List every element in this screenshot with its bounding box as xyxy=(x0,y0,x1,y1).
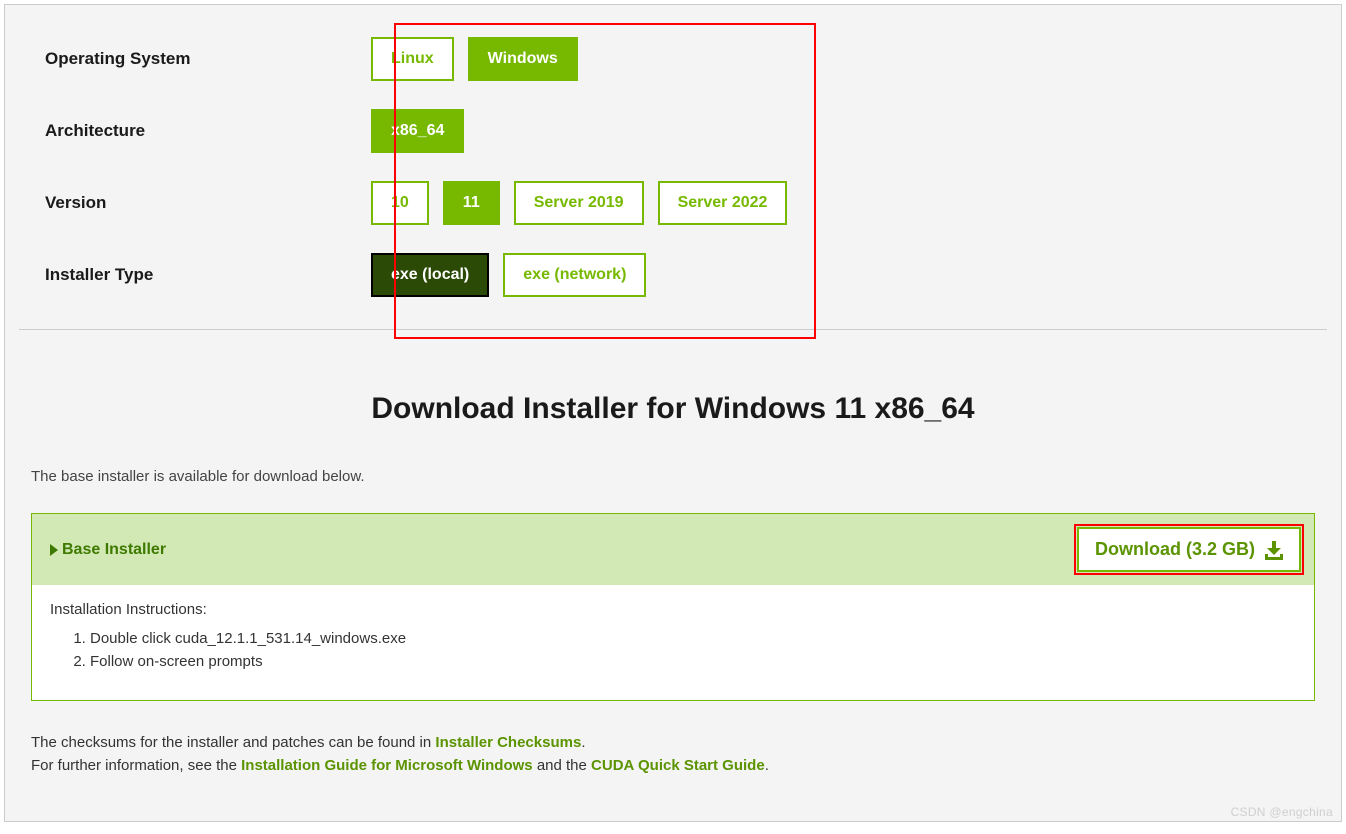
available-text: The base installer is available for down… xyxy=(31,468,1315,485)
option-x86-64[interactable]: x86_64 xyxy=(371,109,464,153)
instruction-step: Follow on-screen prompts xyxy=(90,653,1296,670)
option-version-11[interactable]: 11 xyxy=(443,181,500,225)
download-selector-panel: Operating System Linux Windows Architect… xyxy=(4,4,1342,822)
row-installer-type: Installer Type exe (local) exe (network) xyxy=(31,251,1315,299)
download-button[interactable]: Download (3.2 GB) xyxy=(1077,527,1301,572)
base-installer-body: Installation Instructions: Double click … xyxy=(32,585,1314,700)
label-installer-type: Installer Type xyxy=(31,265,371,285)
download-icon xyxy=(1265,541,1283,559)
options-installer-type: exe (local) exe (network) xyxy=(371,253,646,297)
footnotes: The checksums for the installer and patc… xyxy=(31,731,1315,778)
link-install-guide-windows[interactable]: Installation Guide for Microsoft Windows xyxy=(241,757,533,774)
options-version: 10 11 Server 2019 Server 2022 xyxy=(371,181,787,225)
row-operating-system: Operating System Linux Windows xyxy=(31,35,1315,83)
base-installer-label: Base Installer xyxy=(62,541,166,559)
label-operating-system: Operating System xyxy=(31,49,371,69)
footnote-text: and the xyxy=(533,757,591,774)
option-windows[interactable]: Windows xyxy=(468,37,578,81)
chevron-right-icon xyxy=(50,544,58,556)
option-version-server-2022[interactable]: Server 2022 xyxy=(658,181,788,225)
option-version-10[interactable]: 10 xyxy=(371,181,429,225)
footnote-text: For further information, see the xyxy=(31,757,241,774)
options-operating-system: Linux Windows xyxy=(371,37,578,81)
option-linux[interactable]: Linux xyxy=(371,37,454,81)
link-cuda-quick-start[interactable]: CUDA Quick Start Guide xyxy=(591,757,765,774)
footnote-further: For further information, see the Install… xyxy=(31,754,1315,777)
download-title: Download Installer for Windows 11 x86_64 xyxy=(31,392,1315,426)
link-installer-checksums[interactable]: Installer Checksums xyxy=(435,734,581,751)
footnote-checksums: The checksums for the installer and patc… xyxy=(31,731,1315,754)
base-installer-header[interactable]: Base Installer Download (3.2 GB) xyxy=(32,514,1314,585)
options-architecture: x86_64 xyxy=(371,109,464,153)
instructions-title: Installation Instructions: xyxy=(50,601,1296,618)
divider xyxy=(19,329,1327,330)
option-version-server-2019[interactable]: Server 2019 xyxy=(514,181,644,225)
download-button-wrap: Download (3.2 GB) xyxy=(1074,524,1304,575)
option-exe-local[interactable]: exe (local) xyxy=(371,253,489,297)
row-version: Version 10 11 Server 2019 Server 2022 xyxy=(31,179,1315,227)
instructions-list: Double click cuda_12.1.1_531.14_windows.… xyxy=(50,630,1296,670)
footnote-text: . xyxy=(765,757,769,774)
row-architecture: Architecture x86_64 xyxy=(31,107,1315,155)
label-version: Version xyxy=(31,193,371,213)
footnote-text: . xyxy=(581,734,585,751)
base-installer-panel: Base Installer Download (3.2 GB) Install… xyxy=(31,513,1315,701)
option-exe-network[interactable]: exe (network) xyxy=(503,253,646,297)
instruction-step: Double click cuda_12.1.1_531.14_windows.… xyxy=(90,630,1296,647)
footnote-text: The checksums for the installer and patc… xyxy=(31,734,435,751)
selector-rows: Operating System Linux Windows Architect… xyxy=(31,35,1315,299)
base-installer-header-left: Base Installer xyxy=(50,541,166,559)
label-architecture: Architecture xyxy=(31,121,371,141)
download-button-label: Download (3.2 GB) xyxy=(1095,539,1255,560)
watermark: CSDN @engchina xyxy=(1231,805,1333,819)
